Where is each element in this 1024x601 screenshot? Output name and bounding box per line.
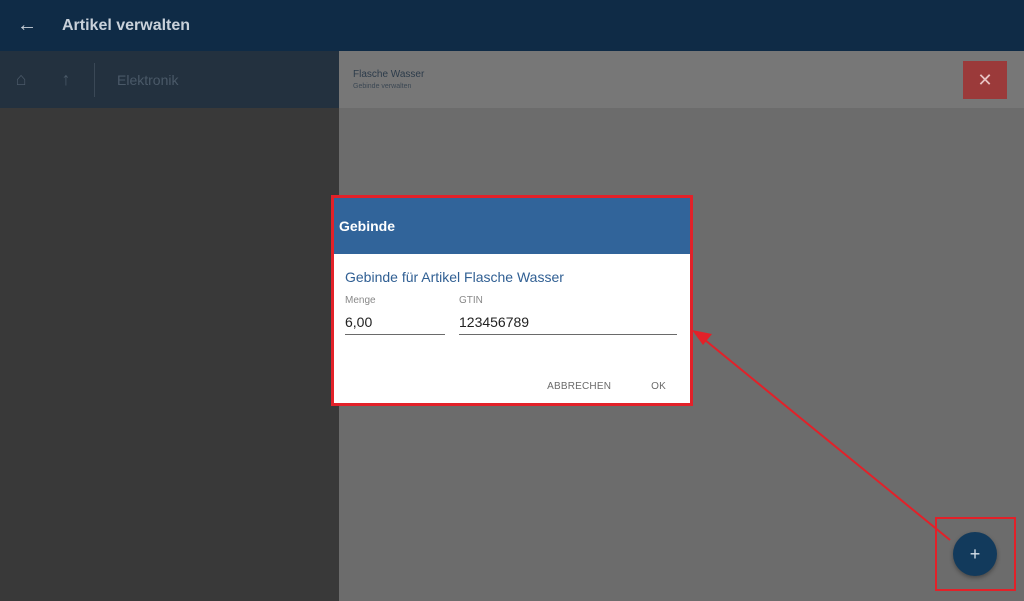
detail-title: Flasche Wasser (353, 69, 425, 80)
home-button[interactable]: ⌂ (0, 51, 42, 108)
arrow-left-icon: ← (17, 14, 37, 36)
category-pane: ⌂ ↑ Elektronik (0, 51, 339, 601)
gebinde-dialog: Gebinde Gebinde für Artikel Flasche Wass… (331, 195, 693, 406)
breadcrumb[interactable]: Elektronik (117, 72, 178, 88)
back-button[interactable]: ← (0, 0, 54, 51)
add-gebinde-button[interactable]: + (953, 532, 997, 576)
detail-header: Flasche Wasser Gebinde verwalten ✕ (339, 51, 1024, 108)
category-toolbar: ⌂ ↑ Elektronik (0, 51, 339, 108)
gtin-field[interactable] (459, 312, 677, 335)
cancel-button[interactable]: ABBRECHEN (547, 381, 611, 392)
home-icon: ⌂ (15, 69, 27, 89)
close-button[interactable]: ✕ (963, 61, 1007, 99)
dialog-title: Gebinde (334, 198, 690, 254)
dialog-subtitle: Gebinde für Artikel Flasche Wasser (345, 269, 564, 285)
arrow-up-icon: ↑ (61, 69, 71, 89)
app-bar: ← Artikel verwalten (0, 0, 1024, 51)
page-title: Artikel verwalten (62, 16, 191, 34)
plus-icon: + (969, 543, 981, 564)
gtin-label: GTIN (459, 295, 483, 306)
ok-button[interactable]: OK (651, 381, 666, 392)
toolbar-divider (94, 62, 95, 97)
menge-label: Menge (345, 295, 376, 306)
up-button[interactable]: ↑ (42, 51, 90, 108)
menge-field[interactable] (345, 312, 445, 335)
close-icon: ✕ (977, 69, 993, 90)
dialog-actions: ABBRECHEN OK (547, 381, 666, 392)
detail-subtitle: Gebinde verwalten (353, 83, 412, 90)
